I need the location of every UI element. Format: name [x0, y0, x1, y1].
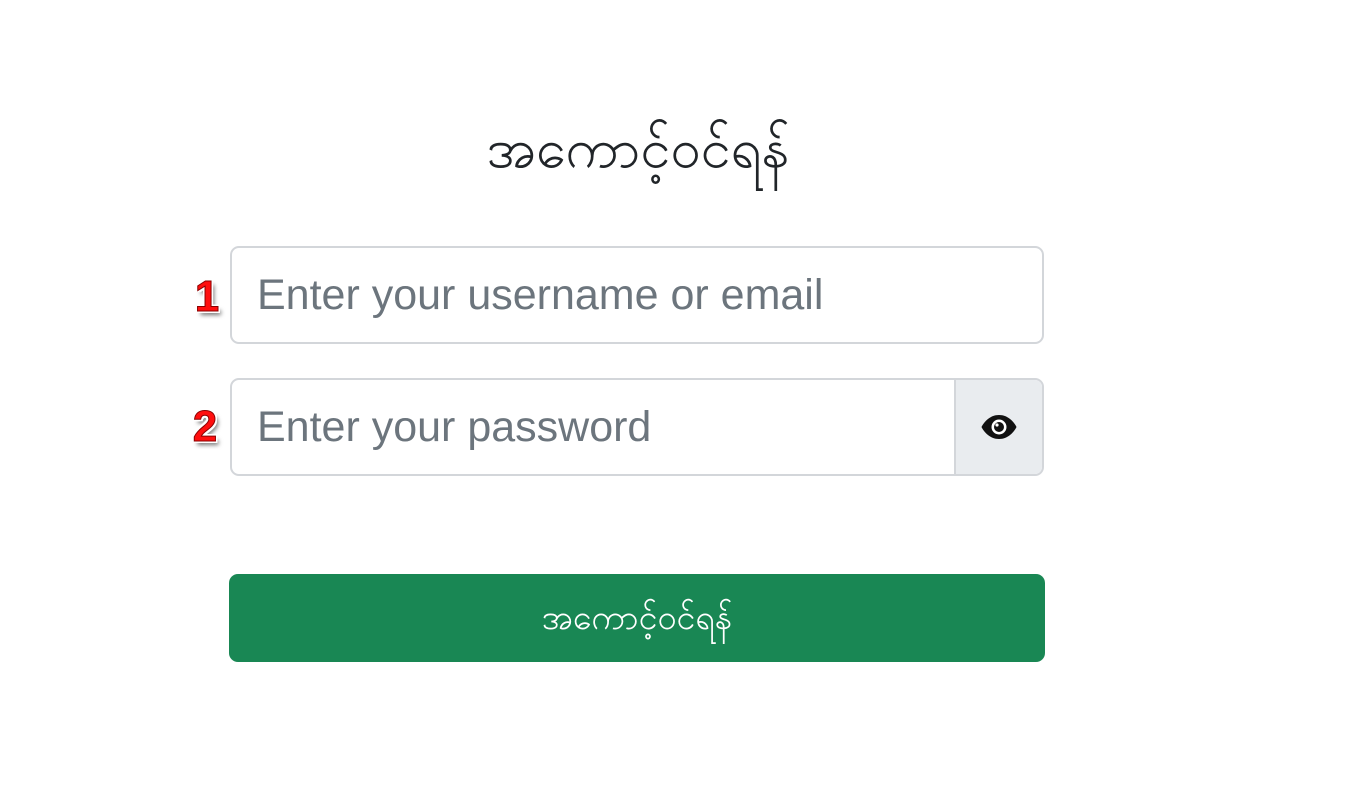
password-input[interactable]: [232, 380, 954, 474]
login-page: အကောင့်ဝင်ရန် 1 2 အကောင့်ဝင်ရန်: [0, 0, 1369, 785]
password-field: [230, 378, 1044, 476]
password-visibility-toggle[interactable]: [954, 380, 1042, 474]
eye-icon: [981, 415, 1017, 439]
username-input[interactable]: [232, 248, 1042, 342]
page-title: အကောင့်ဝင်ရန်: [486, 117, 790, 181]
username-field: [230, 246, 1044, 344]
step-marker-1: 1: [194, 272, 220, 322]
step-marker-2: 2: [192, 402, 218, 452]
login-button[interactable]: အကောင့်ဝင်ရန်: [229, 574, 1045, 662]
